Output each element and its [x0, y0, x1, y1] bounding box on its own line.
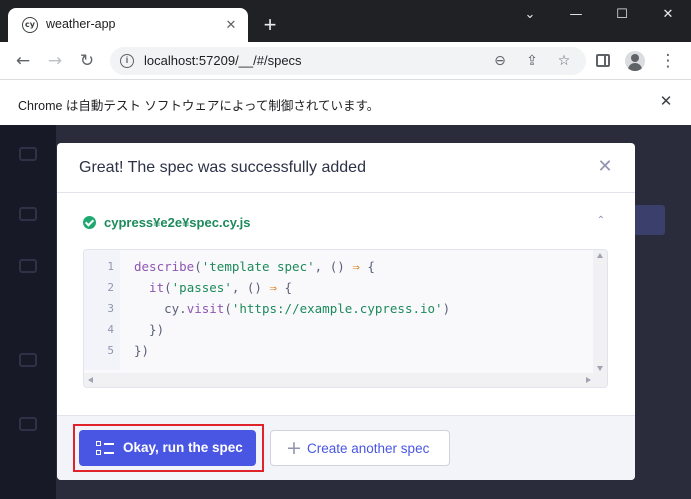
create-another-spec-button[interactable]: + Create another spec — [270, 430, 450, 466]
back-button[interactable]: ← — [11, 49, 35, 73]
code-token: 'passes' — [171, 280, 232, 295]
zoom-icon[interactable]: ⊖ — [490, 51, 510, 71]
browser-tab[interactable]: cy weather-app ✕ — [8, 8, 248, 42]
site-info-icon[interactable]: i — [120, 54, 134, 68]
sidebar-debug-icon — [19, 259, 37, 273]
line-number: 4 — [107, 323, 114, 336]
vertical-scrollbar[interactable] — [593, 250, 607, 374]
close-window-button[interactable]: ✕ — [645, 0, 691, 32]
tab-close-icon[interactable]: ✕ — [222, 16, 240, 34]
infobar-close-icon[interactable]: ✕ — [657, 92, 675, 110]
automation-infobar: Chrome は自動テスト ソフトウェアによって制御されています。 ✕ — [0, 79, 691, 125]
browser-menu-icon[interactable]: ⋮ — [657, 50, 679, 72]
code-token: describe — [134, 259, 195, 274]
profile-avatar-icon[interactable] — [625, 51, 645, 71]
code-token: ⇒ — [352, 259, 360, 274]
code-token: }) — [134, 343, 150, 358]
code-token: { — [277, 280, 293, 295]
code-line: describe('template spec', () ⇒ { — [134, 259, 375, 274]
code-token: { — [359, 259, 375, 274]
url-text[interactable]: localhost:57209/__/#/specs — [144, 53, 302, 68]
sidebar-docs-icon — [19, 417, 37, 431]
share-icon[interactable]: ⇪ — [522, 51, 542, 71]
code-line: it('passes', () ⇒ { — [134, 280, 292, 295]
modal-footer: Okay, run the spec + Create another spec — [57, 415, 635, 480]
sidebar-settings-icon — [19, 353, 37, 367]
spec-file-header[interactable]: cypress¥e2e¥spec.cy.js ⌃ — [57, 203, 635, 241]
browser-toolbar: ← → ↻ i localhost:57209/__/#/specs ⊖ ⇪ ☆… — [0, 42, 691, 79]
run-spec-label: Okay, run the spec — [123, 440, 243, 455]
tab-title: weather-app — [46, 17, 116, 31]
code-token: , () — [314, 259, 353, 274]
chevron-up-icon[interactable]: ⌃ — [595, 215, 607, 227]
code-token: visit — [186, 301, 225, 316]
modal-header: Great! The spec was successfully added ✕ — [57, 143, 635, 193]
tab-search-icon[interactable]: ⌄ — [507, 0, 553, 32]
infobar-message: Chrome は自動テスト ソフトウェアによって制御されています。 — [18, 99, 380, 113]
cypress-favicon-icon: cy — [22, 17, 38, 33]
line-number: 3 — [107, 302, 114, 315]
maximize-window-button[interactable]: ☐ — [599, 0, 645, 32]
scroll-up-arrow-icon[interactable] — [597, 253, 603, 258]
code-token: }) — [134, 322, 165, 337]
code-token: it — [134, 280, 165, 295]
sidebar-runs-icon — [19, 207, 37, 221]
reload-button[interactable]: ↻ — [75, 49, 99, 73]
code-token: , () — [231, 280, 270, 295]
code-line: cy.visit('https://example.cypress.io') — [134, 301, 450, 316]
forward-button[interactable]: → — [43, 49, 67, 73]
minimize-window-button[interactable]: — — [553, 0, 599, 32]
code-preview: 12345 describe('template spec', () ⇒ { i… — [83, 249, 608, 388]
new-tab-button[interactable]: + — [258, 13, 282, 37]
scroll-right-arrow-icon[interactable] — [586, 377, 591, 383]
browser-tab-strip: cy weather-app ✕ + ⌄ — ☐ ✕ — [0, 0, 691, 42]
code-token: ( — [194, 259, 202, 274]
check-circle-icon — [83, 216, 96, 229]
bookmark-star-icon[interactable]: ☆ — [554, 51, 574, 71]
code-token: ⇒ — [269, 280, 278, 295]
spec-added-modal: Great! The spec was successfully added ✕… — [57, 143, 635, 480]
line-number: 1 — [107, 260, 114, 273]
code-token: 'template spec' — [201, 259, 315, 274]
address-bar[interactable]: i localhost:57209/__/#/specs ⊖ ⇪ ☆ — [110, 47, 586, 75]
scroll-down-arrow-icon[interactable] — [597, 366, 603, 371]
code-line: }) — [134, 343, 149, 358]
create-another-spec-label: Create another spec — [307, 441, 430, 456]
side-panel-icon[interactable] — [596, 54, 610, 67]
line-number: 5 — [107, 344, 114, 357]
code-token: ( — [164, 280, 172, 295]
sidebar-specs-icon — [19, 147, 37, 161]
code-line: }) — [134, 322, 164, 337]
scroll-left-arrow-icon[interactable] — [88, 377, 93, 383]
code-token: cy. — [134, 301, 187, 316]
app-sidebar — [0, 125, 56, 499]
line-number: 2 — [107, 281, 114, 294]
run-list-icon — [96, 441, 114, 455]
run-spec-button[interactable]: Okay, run the spec — [79, 430, 256, 466]
line-number-gutter: 1 2 3 4 5 — [84, 250, 120, 370]
modal-title: Great! The spec was successfully added — [79, 159, 366, 176]
horizontal-scrollbar[interactable] — [84, 373, 607, 387]
code-token: ( — [224, 301, 232, 316]
code-token: ) — [442, 301, 451, 316]
modal-close-icon[interactable]: ✕ — [595, 157, 615, 177]
spec-file-name: cypress¥e2e¥spec.cy.js — [104, 215, 251, 230]
code-token: 'https://example.cypress.io' — [231, 301, 443, 316]
plus-icon: + — [286, 437, 302, 459]
